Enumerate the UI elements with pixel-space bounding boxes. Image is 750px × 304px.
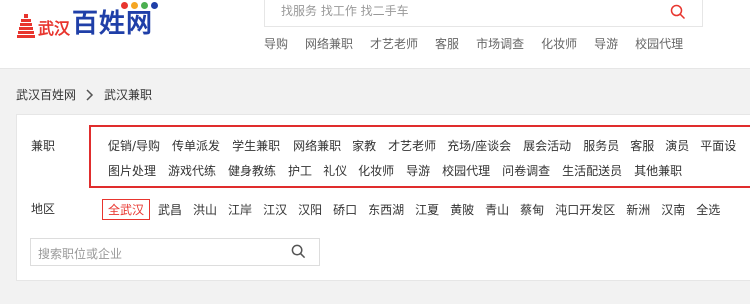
search-button[interactable] [654, 0, 703, 27]
chevron-right-icon [86, 88, 94, 101]
district-row: 全武汉 武昌 洪山 江岸 江汉 汉阳 硚口 东西湖 江夏 黄陂 青山 蔡甸 沌口… [102, 199, 731, 220]
logo-main-text: 百姓网 [72, 9, 154, 39]
category-link[interactable]: 生活配送员 [562, 162, 622, 179]
district-link[interactable]: 汉南 [661, 201, 685, 218]
district-link[interactable]: 江岸 [228, 201, 252, 218]
hot-link[interactable]: 校园代理 [635, 35, 683, 52]
district-link[interactable]: 青山 [485, 201, 509, 218]
hot-link[interactable]: 导游 [594, 35, 618, 52]
district-link[interactable]: 新洲 [626, 201, 650, 218]
hot-link[interactable]: 客服 [435, 35, 459, 52]
category-link[interactable]: 其他兼职 [634, 162, 682, 179]
district-link[interactable]: 武昌 [158, 201, 182, 218]
logo-city-text: 武汉 [38, 19, 71, 38]
category-link[interactable]: 导游 [406, 162, 430, 179]
category-link[interactable]: 演员 [665, 137, 689, 154]
district-link[interactable]: 东西湖 [368, 201, 404, 218]
hot-link[interactable]: 市场调查 [476, 35, 524, 52]
district-label: 地区 [31, 202, 56, 216]
breadcrumb: 武汉百姓网 武汉兼职 [16, 86, 152, 103]
district-link[interactable]: 江汉 [263, 201, 287, 218]
logo-dot [121, 2, 128, 9]
logo-dot [141, 2, 148, 9]
category-label: 兼职 [31, 139, 56, 153]
keyword-search-input[interactable]: 搜索职位或企业 [30, 238, 320, 266]
hot-link[interactable]: 化妆师 [541, 35, 577, 52]
category-link[interactable]: 问卷调查 [502, 162, 550, 179]
category-link[interactable]: 化妆师 [358, 162, 394, 179]
hot-link[interactable]: 才艺老师 [370, 35, 418, 52]
district-link[interactable]: 黄陂 [450, 201, 474, 218]
category-link[interactable]: 家教 [352, 137, 376, 154]
category-link[interactable]: 充场/座谈会 [447, 137, 511, 154]
search-input[interactable]: 找服务 找工作 找二手车 [264, 0, 656, 27]
category-link[interactable]: 客服 [630, 137, 654, 154]
category-link[interactable]: 促销/导购 [108, 137, 160, 154]
search-icon [670, 4, 686, 20]
logo-dot [131, 2, 138, 9]
category-link[interactable]: 学生兼职 [232, 137, 280, 154]
category-link[interactable]: 校园代理 [442, 162, 490, 179]
category-link[interactable]: 图片处理 [108, 162, 156, 179]
search-placeholder: 找服务 找工作 找二手车 [281, 4, 409, 18]
category-link[interactable]: 网络兼职 [293, 137, 341, 154]
district-link[interactable]: 洪山 [193, 201, 217, 218]
district-link-selected[interactable]: 全武汉 [102, 199, 151, 220]
hot-link[interactable]: 网络兼职 [305, 35, 353, 52]
category-link[interactable]: 礼仪 [323, 162, 347, 179]
category-link[interactable]: 平面设 [700, 137, 736, 154]
logo-dot [151, 2, 158, 9]
district-link[interactable]: 沌口开发区 [555, 201, 615, 218]
category-row-1: 促销/导购 传单派发 学生兼职 网络兼职 家教 才艺老师 充场/座谈会 展会活动… [108, 137, 736, 154]
district-link[interactable]: 江夏 [415, 201, 439, 218]
district-link[interactable]: 全选 [696, 201, 720, 218]
category-row-2: 图片处理 游戏代练 健身教练 护工 礼仪 化妆师 导游 校园代理 问卷调查 生活… [108, 162, 682, 179]
hot-link[interactable]: 导购 [264, 35, 288, 52]
breadcrumb-home[interactable]: 武汉百姓网 [16, 86, 76, 103]
search-icon[interactable] [291, 244, 306, 259]
hot-links: 导购 网络兼职 才艺老师 客服 市场调查 化妆师 导游 校园代理 [264, 35, 700, 52]
category-link[interactable]: 传单派发 [172, 137, 220, 154]
district-link[interactable]: 汉阳 [298, 201, 322, 218]
district-link[interactable]: 硚口 [333, 201, 357, 218]
category-link[interactable]: 才艺老师 [388, 137, 436, 154]
category-link[interactable]: 服务员 [583, 137, 619, 154]
category-link[interactable]: 护工 [288, 162, 312, 179]
site-logo[interactable]: 武汉 百姓网 [16, 2, 158, 40]
site-header: 武汉 百姓网 找服务 找工作 找二手车 导购 网络兼职 才艺老师 客服 市场调查… [0, 0, 750, 69]
tower-logo-icon [17, 14, 35, 38]
category-link[interactable]: 健身教练 [228, 162, 276, 179]
keyword-search-placeholder: 搜索职位或企业 [38, 247, 123, 261]
logo-dots [121, 2, 158, 9]
category-link[interactable]: 游戏代练 [168, 162, 216, 179]
district-link[interactable]: 蔡甸 [520, 201, 544, 218]
breadcrumb-current: 武汉兼职 [104, 88, 153, 102]
category-link[interactable]: 展会活动 [523, 137, 571, 154]
